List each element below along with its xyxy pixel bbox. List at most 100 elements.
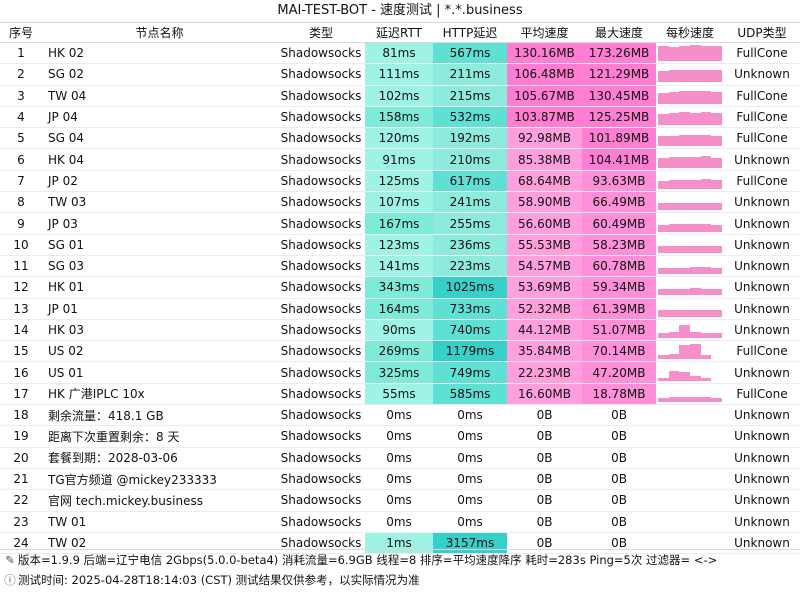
table-row[interactable]: 4 JP 04 Shadowsocks 158ms 532ms 103.87MB 125.2… — [0, 106, 800, 129]
spark-bar — [668, 310, 680, 317]
spark-bar — [668, 203, 680, 211]
cell-rtt: 107ms — [365, 191, 433, 214]
cell-name: HK 01 — [42, 276, 277, 299]
cell-http: 1179ms — [433, 340, 507, 363]
spark-bar — [711, 267, 723, 275]
spark-bar — [700, 354, 712, 360]
cell-index: 20 — [0, 447, 42, 469]
table-row[interactable]: 9 JP 03 Shadowsocks 167ms 255ms 56.60MB 60.49M… — [0, 212, 800, 235]
cell-max: 101.89MB — [582, 127, 656, 150]
cell-index: 21 — [0, 468, 42, 491]
col-header-type[interactable]: 类型 — [277, 23, 365, 43]
col-header-name[interactable]: 节点名称 — [42, 23, 277, 43]
table-row[interactable]: 23 TW 01 Shadowsocks 0ms 0ms 0B 0B Unknown — [0, 511, 800, 533]
cell-name: TW 04 — [42, 85, 277, 107]
spark-bar — [690, 135, 701, 147]
spark-bar — [711, 203, 723, 211]
table-body: 1 HK 02 Shadowsocks 81ms 567ms 130.16MB 173.26… — [0, 42, 800, 555]
spark-bar — [700, 90, 712, 104]
table-row[interactable]: 18 剩余流量：418.1 GB Shadowsocks 0ms 0ms 0B 0B Unkn… — [0, 404, 800, 427]
cell-udp: Unknown — [724, 212, 800, 235]
spark-bar — [700, 266, 712, 275]
col-header-rtt[interactable]: 延迟RTT — [365, 23, 433, 43]
table-row[interactable]: 21 TG官方频道 @mickey233333 Shadowsocks 0ms 0ms 0… — [0, 468, 800, 491]
speed-sparkline — [658, 88, 723, 104]
cell-name: JP 01 — [42, 298, 277, 320]
spark-bar — [679, 224, 691, 232]
table-row[interactable]: 16 US 01 Shadowsocks 325ms 749ms 22.23MB 47.20… — [0, 361, 800, 384]
speed-sparkline — [658, 216, 723, 232]
spark-bar — [668, 289, 680, 296]
cell-udp: Unknown — [724, 511, 800, 533]
table-row[interactable]: 10 SG 01 Shadowsocks 123ms 236ms 55.53MB 58.23… — [0, 234, 800, 256]
table-row[interactable]: 17 HK 广港IPLC 10x Shadowsocks 55ms 585ms 16.60… — [0, 383, 800, 406]
spark-bar — [700, 397, 712, 402]
cell-index: 16 — [0, 361, 42, 384]
table-row[interactable]: 8 TW 03 Shadowsocks 107ms 241ms 58.90MB 66.49M… — [0, 191, 800, 214]
cell-rtt: 0ms — [365, 489, 433, 512]
cell-spark — [656, 425, 724, 448]
cell-avg: 56.60MB — [507, 212, 582, 235]
col-header-avg[interactable]: 平均速度 — [507, 23, 582, 43]
spark-bar — [690, 344, 701, 360]
col-header-http[interactable]: HTTP延迟 — [433, 23, 507, 43]
table-row[interactable]: 7 JP 02 Shadowsocks 125ms 617ms 68.64MB 93.63M… — [0, 170, 800, 193]
spark-bar — [700, 135, 712, 147]
spark-bar — [690, 45, 701, 62]
col-header-max[interactable]: 最大速度 — [582, 23, 656, 43]
spark-bar — [700, 224, 712, 232]
spark-bar — [668, 46, 680, 62]
speed-sparkline — [658, 471, 722, 487]
cell-udp: FullCone — [724, 383, 800, 406]
table-row[interactable]: 3 TW 04 Shadowsocks 102ms 215ms 105.67MB 130.4… — [0, 85, 800, 107]
table-row[interactable]: 2 SG 02 Shadowsocks 111ms 211ms 106.48MB 121.2… — [0, 63, 800, 86]
cell-type: Shadowsocks — [277, 489, 365, 512]
table-row[interactable]: 5 SG 04 Shadowsocks 120ms 192ms 92.98MB 101.89… — [0, 127, 800, 150]
speed-sparkline — [658, 301, 723, 317]
cell-spark — [656, 511, 724, 533]
spark-bar — [700, 333, 712, 338]
table-row[interactable]: 15 US 02 Shadowsocks 269ms 1179ms 35.84MB 70.1… — [0, 340, 800, 363]
table-row[interactable]: 13 JP 01 Shadowsocks 164ms 733ms 52.32MB 61.39… — [0, 298, 800, 320]
cell-udp: Unknown — [724, 276, 800, 299]
cell-udp: Unknown — [724, 63, 800, 86]
table-row[interactable]: 19 距离下次重置剩余：8 天 Shadowsocks 0ms 0ms 0B 0B Unkno… — [0, 425, 800, 448]
spark-bar — [711, 91, 723, 104]
table-row[interactable]: 11 SG 03 Shadowsocks 141ms 223ms 54.57MB 60.78… — [0, 255, 800, 278]
cell-udp: FullCone — [724, 42, 800, 65]
col-header-index[interactable]: 序号 — [0, 23, 42, 43]
cell-http: 617ms — [433, 170, 507, 193]
cell-index: 17 — [0, 383, 42, 406]
cell-udp: FullCone — [724, 170, 800, 193]
spark-bar — [690, 288, 701, 296]
cell-rtt: 325ms — [365, 361, 433, 384]
cell-avg: 0B — [507, 404, 582, 427]
cell-avg: 22.23MB — [507, 361, 582, 384]
spark-bar — [679, 397, 691, 402]
cell-spark — [656, 255, 724, 278]
spark-bar — [658, 267, 669, 275]
cell-max: 0B — [582, 511, 656, 533]
spark-bar — [668, 70, 680, 83]
cell-name: 距离下次重置剩余：8 天 — [42, 425, 277, 448]
cell-http: 532ms — [433, 106, 507, 129]
cell-http: 211ms — [433, 63, 507, 86]
spark-bar — [658, 180, 669, 189]
spark-bar — [679, 90, 691, 104]
cell-udp: Unknown — [724, 191, 800, 214]
cell-udp: Unknown — [724, 361, 800, 384]
speed-sparkline — [658, 450, 722, 466]
cell-type: Shadowsocks — [277, 425, 365, 448]
table-row[interactable]: 14 HK 03 Shadowsocks 90ms 740ms 44.12MB 51.07M… — [0, 319, 800, 342]
col-header-per-second[interactable]: 每秒速度 — [656, 23, 724, 43]
table-row[interactable]: 1 HK 02 Shadowsocks 81ms 567ms 130.16MB 173.26… — [0, 42, 800, 65]
table-row[interactable]: 20 套餐到期：2028-03-06 Shadowsocks 0ms 0ms 0B 0B Un… — [0, 447, 800, 469]
table-row[interactable]: 6 HK 04 Shadowsocks 91ms 210ms 85.38MB 104.41M… — [0, 148, 800, 171]
spark-bar — [668, 267, 680, 275]
cell-http: 0ms — [433, 468, 507, 491]
table-row[interactable]: 22 官网 tech.mickey.business Shadowsocks 0ms 0… — [0, 489, 800, 512]
table-row[interactable]: 12 HK 01 Shadowsocks 343ms 1025ms 53.69MB 59.3… — [0, 276, 800, 299]
cell-udp: Unknown — [724, 148, 800, 171]
col-header-udp[interactable]: UDP类型 — [724, 23, 800, 43]
cell-avg: 35.84MB — [507, 340, 582, 363]
